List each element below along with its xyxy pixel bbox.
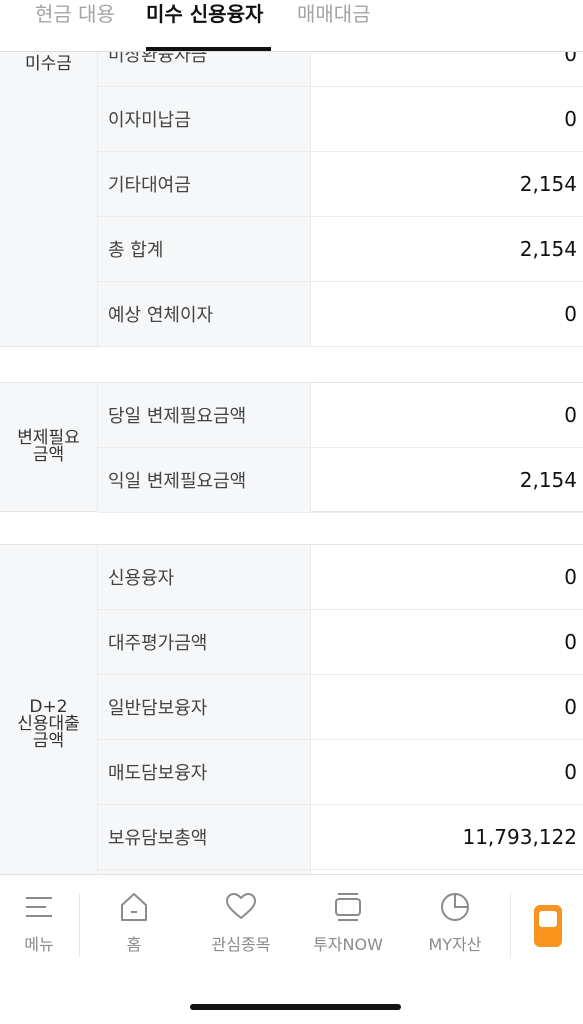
repayment-group: 변제필요 금액 당일 변제필요금액 0 익일 변제필요금액 2,154 xyxy=(0,382,583,513)
row-label: 기타대여금 xyxy=(98,152,311,216)
credit-loan-group-label: D+2 신용대출 금액 xyxy=(0,545,98,874)
row-value: 0 xyxy=(564,403,577,427)
row-value: 0 xyxy=(564,565,577,589)
row-label: 총 합계 xyxy=(98,217,311,281)
tab-margin-credit[interactable]: 미수 신용융자 xyxy=(146,0,263,52)
nav-watchlist[interactable]: 관심종목 xyxy=(196,889,286,955)
active-tab-indicator xyxy=(146,47,271,51)
home-icon xyxy=(121,893,147,921)
table-row: 총 합계 2,154 xyxy=(98,217,583,282)
row-value: 0 xyxy=(564,760,577,784)
phone-screen xyxy=(539,911,557,927)
row-label: 당일 변제필요금액 xyxy=(98,383,311,447)
row-label: 예상 연체이자 xyxy=(98,282,311,346)
table-row: 미상환융자금 0 xyxy=(98,52,583,87)
nav-divider xyxy=(510,893,511,957)
table-row: 대주평가금액 0 xyxy=(98,610,583,675)
row-value: 0 xyxy=(564,630,577,654)
home-indicator xyxy=(190,1004,401,1010)
row-label: 미상환융자금 xyxy=(98,52,311,86)
nav-home-label: 홈 xyxy=(126,935,142,954)
table-row: 이자미납금 0 xyxy=(98,87,583,152)
nav-my-assets-label: MY자산 xyxy=(428,935,482,954)
nav-menu-label: 메뉴 xyxy=(24,935,54,954)
table-row: 매도담보융자 0 xyxy=(98,740,583,805)
table-row: 기타대여금 2,154 xyxy=(98,152,583,217)
table-row: 익일 변제필요금액 2,154 xyxy=(98,448,583,513)
credit-loan-group: D+2 신용대출 금액 신용융자 0 대주평가금액 0 일반담보융자 0 매도담… xyxy=(0,544,583,874)
pie-chart-icon xyxy=(441,893,469,921)
bottom-nav: 메뉴 홈 관심종목 투자NOW MY자산 xyxy=(0,874,583,1024)
row-value: 11,793,122 xyxy=(462,825,577,849)
row-value: 0 xyxy=(564,695,577,719)
row-label: 신용융자 xyxy=(98,545,311,609)
heart-icon xyxy=(226,893,256,919)
row-value: 2,154 xyxy=(519,468,577,492)
tab-cash-substitute[interactable]: 현금 대용 xyxy=(35,0,115,52)
row-label: 일반담보융자 xyxy=(98,675,311,739)
tab-bar: 현금 대용 미수 신용융자 매매대금 xyxy=(0,0,583,52)
row-value: 2,154 xyxy=(519,172,577,196)
stack-icon xyxy=(335,893,361,921)
nav-divider xyxy=(79,893,80,957)
row-value: 0 xyxy=(564,52,577,66)
repayment-group-label: 변제필요 금액 xyxy=(0,383,98,511)
nav-invest-now-label: 투자NOW xyxy=(313,935,383,954)
phone-icon[interactable] xyxy=(534,905,562,947)
menu-icon xyxy=(26,897,52,917)
content-scroll-area[interactable]: 미수금 미상환융자금 0 이자미납금 0 기타대여금 2,154 총 합계 2,… xyxy=(0,52,583,874)
nav-home[interactable]: 홈 xyxy=(89,889,179,955)
row-label: 대주평가금액 xyxy=(98,610,311,674)
table-row: 당일 변제필요금액 0 xyxy=(98,383,583,448)
row-label: 보유담보총액 xyxy=(98,805,311,869)
nav-invest-now[interactable]: 투자NOW xyxy=(303,889,393,955)
table-row: 일반담보융자 0 xyxy=(98,675,583,740)
table-row: 보유담보총액 11,793,122 xyxy=(98,805,583,870)
unpaid-group: 미수금 미상환융자금 0 이자미납금 0 기타대여금 2,154 총 합계 2,… xyxy=(0,52,583,347)
table-row: 예상 연체이자 0 xyxy=(98,282,583,347)
row-value: 0 xyxy=(564,302,577,326)
nav-watchlist-label: 관심종목 xyxy=(211,935,271,954)
unpaid-group-label: 미수금 xyxy=(0,52,98,346)
row-label: 이자미납금 xyxy=(98,87,311,151)
row-value: 2,154 xyxy=(519,237,577,261)
table-row: 신용융자 0 xyxy=(98,545,583,610)
tab-trade-amount[interactable]: 매매대금 xyxy=(297,0,371,52)
row-label: 익일 변제필요금액 xyxy=(98,448,311,512)
row-value: 0 xyxy=(564,107,577,131)
nav-menu[interactable]: 메뉴 xyxy=(0,889,84,955)
row-label: 매도담보융자 xyxy=(98,740,311,804)
nav-my-assets[interactable]: MY자산 xyxy=(410,889,500,955)
